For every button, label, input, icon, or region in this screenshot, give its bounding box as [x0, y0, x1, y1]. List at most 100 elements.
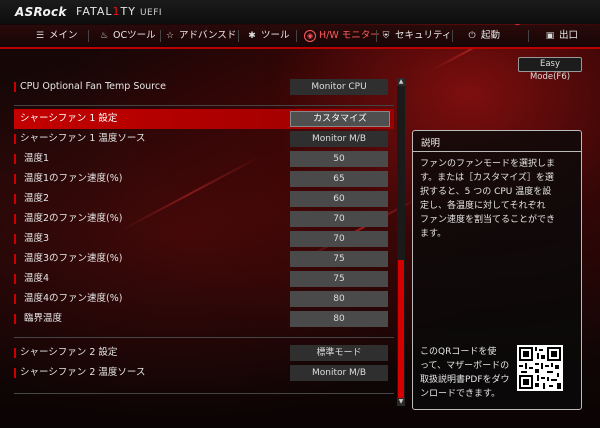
item-marker	[14, 234, 16, 244]
tab-boot[interactable]: ⏻ 起動	[466, 25, 500, 47]
setting-label: 温度3のファン速度(%)	[24, 253, 123, 264]
setting-label: 温度2	[24, 193, 50, 204]
tab-main[interactable]: ☰ メイン	[34, 25, 78, 47]
setting-value[interactable]: 60	[290, 191, 388, 207]
item-marker	[14, 294, 16, 304]
tab-advanced[interactable]: ☆ アドバンスド	[164, 25, 236, 47]
exit-icon: ▣	[545, 31, 555, 41]
item-marker	[14, 368, 16, 378]
setting-label: 温度1のファン速度(%)	[24, 173, 123, 184]
setting-label: 臨界温度	[24, 313, 63, 324]
qr-code-icon	[517, 345, 563, 391]
description-title: 説明	[421, 138, 441, 149]
setting-value[interactable]: 70	[290, 211, 388, 227]
setting-value[interactable]: 65	[290, 171, 388, 187]
description-line: ます。	[420, 229, 447, 239]
item-marker	[14, 254, 16, 264]
settings-list: CPU Optional Fan Temp Source Monitor CPU…	[14, 77, 406, 407]
scroll-down-icon[interactable]: ▼	[397, 398, 405, 406]
tab-exit[interactable]: ▣ 出口	[544, 25, 578, 47]
tab-divider	[376, 30, 377, 42]
scroll-thumb[interactable]	[398, 260, 404, 400]
setting-label: シャーシファン 1 温度ソース	[20, 133, 146, 144]
setting-value[interactable]: 75	[290, 251, 388, 267]
setting-critical-temp[interactable]: 臨界温度 80	[14, 309, 394, 329]
tab-divider	[528, 30, 529, 42]
setting-label: 温度1	[24, 153, 50, 164]
description-line: ファンのファンモードを選択しま	[420, 159, 556, 169]
setting-value[interactable]: 50	[290, 151, 388, 167]
setting-value[interactable]: 標準モード	[290, 345, 388, 361]
setting-label: シャーシファン 2 設定	[20, 347, 118, 358]
setting-temp-3-fan-speed[interactable]: 温度3のファン速度(%) 75	[14, 249, 394, 269]
qr-line: って、マザーボードの	[420, 361, 510, 371]
qr-line: 取扱説明書PDFをダウ	[420, 375, 510, 385]
setting-label: シャーシファン 1 設定	[20, 113, 118, 124]
tab-divider	[238, 30, 239, 42]
flame-icon: ♨	[99, 31, 109, 41]
item-marker	[14, 134, 16, 144]
item-marker	[14, 274, 16, 284]
settings-scrollbar[interactable]: ▲ ▼	[397, 78, 405, 406]
series-logo: FATAL1TY UEFI	[76, 5, 163, 18]
tab-security[interactable]: ⛨ セキュリティ	[380, 25, 452, 47]
description-header: 説明	[413, 131, 581, 152]
setting-chassis-fan1-mode[interactable]: シャーシファン 1 設定 カスタマイズ	[14, 109, 394, 129]
setting-chassis-fan2-temp-source[interactable]: シャーシファン 2 温度ソース Monitor M/B	[14, 363, 394, 383]
star-icon: ☆	[165, 31, 175, 41]
setting-temp-1[interactable]: 温度1 50	[14, 149, 394, 169]
uefi-label: UEFI	[139, 8, 163, 18]
setting-temp-4-fan-speed[interactable]: 温度4のファン速度(%) 80	[14, 289, 394, 309]
setting-value[interactable]: 80	[290, 311, 388, 327]
item-marker	[14, 194, 16, 204]
setting-label: 温度2のファン速度(%)	[24, 213, 123, 224]
section-divider	[14, 393, 394, 394]
item-marker	[14, 314, 16, 324]
tab-oc-tweaker[interactable]: ♨ OCツール	[98, 25, 156, 47]
section-divider	[14, 105, 394, 106]
setting-temp-2[interactable]: 温度2 60	[14, 189, 394, 209]
tab-tool[interactable]: ✱ ツール	[246, 25, 289, 47]
shield-icon: ⛨	[382, 31, 390, 41]
item-marker	[14, 82, 16, 92]
setting-value[interactable]: Monitor CPU	[290, 79, 388, 95]
tab-divider	[88, 30, 89, 42]
wrench-icon: ✱	[248, 31, 256, 41]
description-line: 択すると、5 つの CPU 温度を設	[420, 187, 552, 197]
description-line: 定し、各温度に対してそれぞれ	[420, 201, 546, 211]
tab-divider	[452, 30, 453, 42]
tab-hw-monitor[interactable]: ◉ H/W モニター	[304, 25, 380, 47]
description-text: ファンのファンモードを選択しま す。または［カスタマイズ］を選 択すると、5 つ…	[420, 157, 576, 241]
setting-label: 温度3	[24, 233, 50, 244]
list-icon: ☰	[35, 31, 45, 41]
qr-line: このQRコードを使	[420, 347, 497, 357]
setting-value[interactable]: カスタマイズ	[290, 111, 390, 127]
setting-temp-4[interactable]: 温度4 75	[14, 269, 394, 289]
tab-divider	[296, 30, 297, 42]
setting-value[interactable]: 75	[290, 271, 388, 287]
setting-temp-1-fan-speed[interactable]: 温度1のファン速度(%) 65	[14, 169, 394, 189]
item-marker	[14, 348, 16, 358]
easy-mode-button[interactable]: Easy Mode(F6)	[518, 57, 582, 82]
tab-divider	[160, 30, 161, 42]
setting-chassis-fan2-mode[interactable]: シャーシファン 2 設定 標準モード	[14, 343, 394, 363]
section-divider	[14, 337, 394, 338]
qr-line: ンロードできます。	[420, 389, 501, 399]
brand-logo: ASRock	[15, 5, 67, 19]
item-marker	[14, 174, 16, 184]
setting-chassis-fan1-temp-source[interactable]: シャーシファン 1 温度ソース Monitor M/B	[14, 129, 394, 149]
setting-value[interactable]: Monitor M/B	[290, 131, 388, 147]
setting-value[interactable]: 80	[290, 291, 388, 307]
setting-cpu-optional-fan-temp-source[interactable]: CPU Optional Fan Temp Source Monitor CPU	[14, 77, 394, 97]
setting-label: シャーシファン 2 温度ソース	[20, 367, 146, 378]
item-marker	[14, 214, 16, 224]
setting-label: 温度4のファン速度(%)	[24, 293, 123, 304]
setting-temp-3[interactable]: 温度3 70	[14, 229, 394, 249]
power-icon: ⏻	[468, 31, 476, 41]
setting-value[interactable]: Monitor M/B	[290, 365, 388, 381]
setting-label: 温度4	[24, 273, 50, 284]
scroll-up-icon[interactable]: ▲	[397, 78, 405, 86]
description-line: ファン速度を割当てることができ	[420, 215, 556, 225]
setting-value[interactable]: 70	[290, 231, 388, 247]
setting-temp-2-fan-speed[interactable]: 温度2のファン速度(%) 70	[14, 209, 394, 229]
